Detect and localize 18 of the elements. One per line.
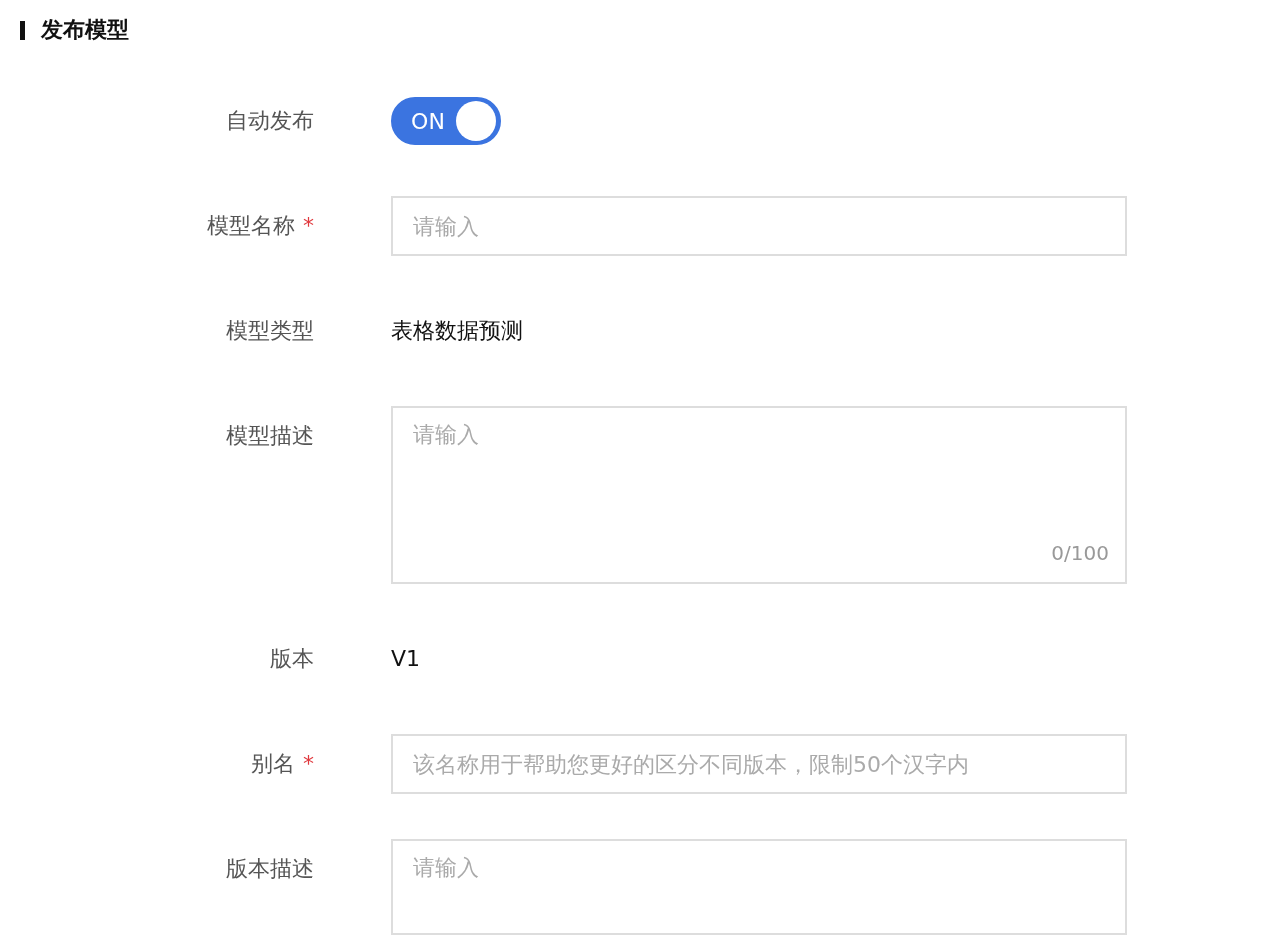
input-field[interactable]: 该名称用于帮助您更好的区分不同版本，限制50个汉字内 — [391, 734, 1127, 794]
text-area[interactable]: 请输入 — [391, 839, 1127, 935]
field-label: 自动发布 — [226, 107, 314, 135]
field-value: 表格数据预测 — [391, 317, 524, 345]
character-counter: 0/100 — [1051, 540, 1109, 567]
section-marker — [20, 20, 25, 40]
input-field[interactable]: 请输入 — [391, 196, 1127, 256]
field-label: 版本描述 — [226, 855, 314, 883]
field-label: 版本 — [270, 645, 314, 673]
field-label: 模型描述 — [226, 422, 314, 450]
required-mark: * — [303, 750, 314, 778]
toggle-switch[interactable]: ON — [391, 97, 501, 145]
field-label: 别名 — [251, 750, 295, 778]
field-label: 模型名称 — [207, 212, 295, 240]
required-mark: * — [303, 212, 314, 240]
section-title: 发布模型 — [41, 16, 129, 44]
field-label: 模型类型 — [226, 317, 314, 345]
field-value: V1 — [391, 645, 422, 673]
